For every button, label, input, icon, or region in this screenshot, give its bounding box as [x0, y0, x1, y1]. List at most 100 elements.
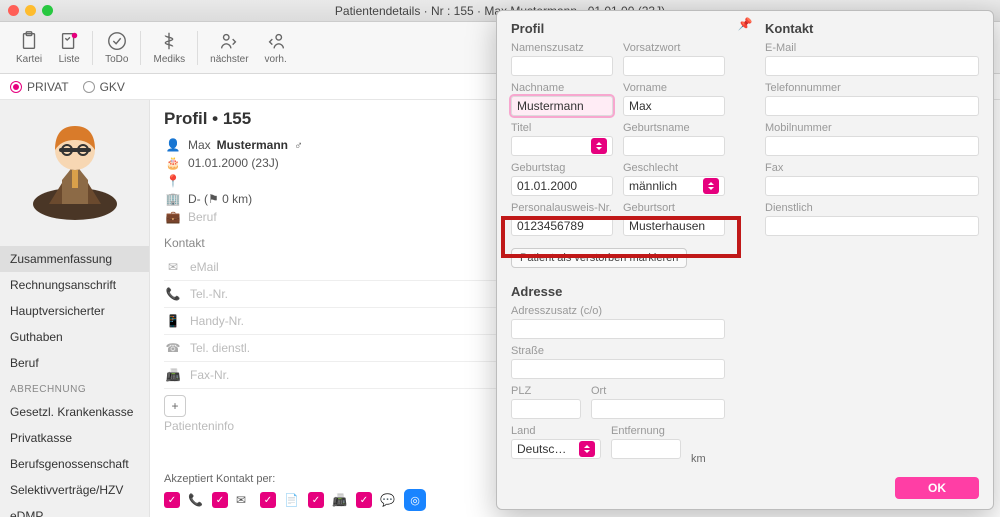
caduceus-icon [158, 30, 180, 52]
phone-icon: 📞 [188, 493, 204, 507]
ok-button[interactable]: OK [895, 477, 979, 499]
select-land[interactable]: Deutsc… [511, 439, 601, 459]
popover-right-column: Kontakt E-Mail Telefonnummer Mobilnummer… [765, 21, 979, 465]
sidebar-item-edmp[interactable]: eDMP [0, 503, 149, 517]
toolbar-separator [140, 31, 141, 65]
select-geschlecht[interactable]: männlich [623, 176, 725, 196]
radio-privat[interactable]: PRIVAT [10, 80, 69, 94]
person-next-icon [218, 30, 240, 52]
first-name: Max [188, 138, 211, 152]
input-geburtstag[interactable] [511, 176, 613, 196]
sidebar-item-bg[interactable]: Berufsgenossenschaft [0, 451, 149, 477]
km-label: km [691, 453, 706, 465]
toolbar-separator [92, 31, 93, 65]
input-ausweis[interactable] [511, 216, 613, 236]
select-titel[interactable] [511, 136, 613, 156]
input-namenszusatz[interactable] [511, 56, 613, 76]
radio-on-icon [10, 81, 22, 93]
toolbar-label: Mediks [153, 54, 185, 65]
toolbar-liste[interactable]: Liste [50, 26, 88, 69]
beruf-placeholder: Beruf [188, 210, 217, 224]
label-mobil: Mobilnummer [765, 122, 979, 134]
mail-icon: ✉ [164, 260, 182, 274]
person-prev-icon [265, 30, 287, 52]
radio-label: GKV [100, 80, 125, 94]
input-adresszusatz[interactable] [511, 319, 725, 339]
input-nachname[interactable] [511, 96, 613, 116]
pin-icon[interactable]: 📌 [738, 17, 753, 31]
phone-icon: 📞 [164, 287, 182, 301]
input-vorsatzwort[interactable] [623, 56, 725, 76]
input-vorname[interactable] [623, 96, 725, 116]
edit-popover: 📌 Profil Namenszusatz Vorsatzwort Nachna… [496, 10, 994, 510]
toolbar-label: Liste [59, 54, 80, 65]
input-email[interactable] [765, 56, 979, 76]
sidebar-item-hauptversicherter[interactable]: Hauptversicherter [0, 298, 149, 324]
mark-deceased-button[interactable]: Patient als verstorben markieren [511, 248, 687, 268]
input-plz[interactable] [511, 399, 581, 419]
label-ort: Ort [591, 385, 725, 397]
label-strasse: Straße [511, 345, 725, 357]
mobile-icon: 📱 [164, 314, 182, 328]
letter-icon: 📄 [284, 493, 300, 507]
label-vorsatzwort: Vorsatzwort [623, 42, 725, 54]
gender-icon: ♂ [294, 138, 303, 152]
label-plz: PLZ [511, 385, 581, 397]
avatar-image-icon [27, 112, 123, 222]
input-telefon[interactable] [765, 96, 979, 116]
mail-icon: ✉ [236, 493, 252, 507]
sidebar-item-guthaben[interactable]: Guthaben [0, 324, 149, 350]
label-adresszusatz: Adresszusatz (c/o) [511, 305, 725, 317]
pin-icon: 📍 [164, 174, 182, 188]
sidebar-item-privatkasse[interactable]: Privatkasse [0, 425, 149, 451]
label-geburtstag: Geburtstag [511, 162, 613, 174]
radio-off-icon [83, 81, 95, 93]
input-fax[interactable] [765, 176, 979, 196]
label-fax: Fax [765, 162, 979, 174]
toolbar-label: ToDo [105, 54, 128, 65]
app-chip-icon[interactable]: ◎ [404, 489, 426, 511]
toolbar-separator [197, 31, 198, 65]
toolbar-label: vorh. [265, 54, 287, 65]
input-geburtsname[interactable] [623, 136, 725, 156]
phone-work-icon: ☎ [164, 341, 182, 355]
toolbar-label: Kartei [16, 54, 42, 65]
person-icon: 👤 [164, 138, 182, 152]
toolbar-label: nächster [210, 54, 248, 65]
label-ausweis: Personalausweis-Nr. [511, 202, 613, 214]
input-mobil[interactable] [765, 136, 979, 156]
toolbar-prev[interactable]: vorh. [257, 26, 295, 69]
label-vorname: Vorname [623, 82, 725, 94]
label-geschlecht: Geschlecht [623, 162, 725, 174]
sidebar-item-rechnungsanschrift[interactable]: Rechnungsanschrift [0, 272, 149, 298]
sidebar-item-gkv[interactable]: Gesetzl. Krankenkasse [0, 399, 149, 425]
sidebar-item-hzv[interactable]: Selektivverträge/HZV [0, 477, 149, 503]
list-check-icon [58, 30, 80, 52]
popover-profil-heading: Profil [511, 21, 725, 36]
label-nachname: Nachname [511, 82, 613, 94]
checkbox-on-icon[interactable]: ✓ [356, 492, 372, 508]
toolbar-todo[interactable]: ToDo [97, 26, 136, 69]
add-contact-button[interactable]: + [164, 395, 186, 417]
toolbar-next[interactable]: nächster [202, 26, 256, 69]
label-geburtsname: Geburtsname [623, 122, 725, 134]
checkbox-on-icon[interactable]: ✓ [260, 492, 276, 508]
popover-adresse-heading: Adresse [511, 284, 725, 299]
input-geburtsort[interactable] [623, 216, 725, 236]
sidebar-item-zusammenfassung[interactable]: Zusammenfassung [0, 246, 149, 272]
input-dienstlich[interactable] [765, 216, 979, 236]
input-strasse[interactable] [511, 359, 725, 379]
sidebar-item-beruf[interactable]: Beruf [0, 350, 149, 376]
toolbar-mediks[interactable]: Mediks [145, 26, 193, 69]
fax-icon: 📠 [164, 368, 182, 382]
checkbox-on-icon[interactable]: ✓ [308, 492, 324, 508]
check-circle-icon [106, 30, 128, 52]
input-ort[interactable] [591, 399, 725, 419]
checkbox-on-icon[interactable]: ✓ [212, 492, 228, 508]
checkbox-on-icon[interactable]: ✓ [164, 492, 180, 508]
radio-label: PRIVAT [27, 80, 69, 94]
input-entfernung[interactable] [611, 439, 681, 459]
radio-gkv[interactable]: GKV [83, 80, 125, 94]
toolbar-kartei[interactable]: Kartei [8, 26, 50, 69]
label-email: E-Mail [765, 42, 979, 54]
